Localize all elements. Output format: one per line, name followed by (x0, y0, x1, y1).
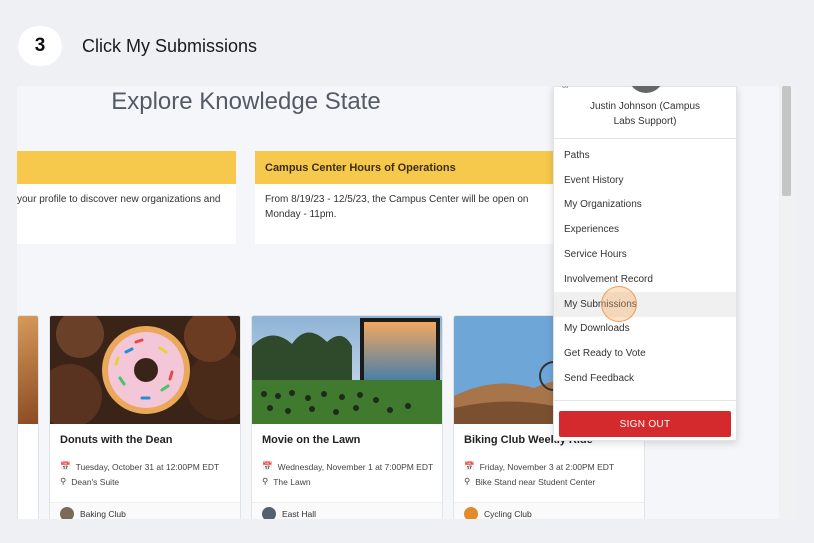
menu-item-experiences[interactable]: Experiences (554, 217, 736, 242)
menu-item-involvement-record[interactable]: Involvement Record (554, 267, 736, 292)
user-dropdown-menu: ∞ Justin Johnson (Campus Labs Support) P… (553, 86, 737, 441)
event-image (18, 316, 38, 424)
announcement-title-bar: Campus Center Hours of Operations (255, 151, 555, 184)
calendar-icon: 📅 (464, 461, 475, 471)
menu-item-paths[interactable]: Paths (554, 143, 736, 168)
event-org-name: East Hall (282, 508, 317, 519)
sign-out-button[interactable]: SIGN OUT (559, 411, 731, 437)
page-scrollbar[interactable] (779, 86, 794, 519)
menu-item-my-submissions[interactable]: My Submissions (554, 285, 736, 322)
movie-lawn-image (252, 316, 442, 424)
step-instruction: Click My Submissions (82, 35, 258, 56)
event-card[interactable]: Movie on the Lawn 📅 Wednesday, November … (251, 315, 443, 519)
link-icon: ∞ (562, 86, 569, 91)
menu-divider (554, 400, 736, 401)
app-screenshot: Explore Knowledge State your profile to … (17, 86, 794, 519)
menu-item-my-downloads[interactable]: My Downloads (554, 317, 736, 342)
event-datetime-text: Tuesday, October 31 at 12:00PM EDT (75, 461, 220, 472)
event-location-text: The Lawn (273, 476, 311, 487)
calendar-icon: 📅 (262, 461, 273, 471)
menu-divider (554, 138, 736, 139)
menu-item-event-history[interactable]: Event History (554, 168, 736, 193)
event-image (252, 316, 442, 424)
org-avatar (60, 506, 74, 519)
event-org[interactable]: Baking Club (50, 502, 240, 519)
user-name: Justin Johnson (Campus Labs Support) (589, 101, 701, 127)
menu-item-my-organizations[interactable]: My Organizations (554, 193, 736, 218)
event-org-name: Baking Club (80, 508, 126, 519)
event-image (50, 316, 240, 424)
announcement-title-bar (17, 151, 236, 184)
event-location: ⚲ Dean's Suite (50, 476, 240, 487)
event-location: ⚲ Bike Stand near Student Center (454, 476, 644, 487)
user-avatar (628, 86, 664, 93)
org-avatar (464, 506, 478, 519)
location-pin-icon: ⚲ (60, 476, 67, 486)
event-datetime: 📅 Tuesday, October 31 at 12:00PM EDT (50, 461, 240, 472)
event-title: Donuts with the Dean (60, 434, 173, 446)
announcement-body: your profile to discover new organizatio… (17, 194, 221, 205)
donut-image (50, 316, 240, 424)
event-card[interactable] (17, 315, 39, 519)
step-number: 3 (18, 26, 62, 66)
scrollbar-thumb[interactable] (782, 86, 791, 196)
menu-item-label: My Submissions (564, 298, 637, 310)
event-location-text: Dean's Suite (71, 476, 120, 487)
event-datetime: 📅 Friday, November 3 at 2:00PM EDT (454, 461, 644, 472)
event-location-text: Bike Stand near Student Center (475, 476, 596, 487)
event-datetime-text: Wednesday, November 1 at 7:00PM EDT (277, 461, 434, 472)
event-org[interactable]: Cycling Club (454, 502, 644, 519)
event-datetime-text: Friday, November 3 at 2:00PM EDT (479, 461, 615, 472)
calendar-icon: 📅 (60, 461, 71, 471)
location-pin-icon: ⚲ (464, 476, 471, 486)
event-location: ⚲ The Lawn (252, 476, 442, 487)
announcement-card[interactable]: your profile to discover new organizatio… (17, 151, 236, 244)
event-datetime: 📅 Wednesday, November 1 at 7:00PM EDT (252, 461, 442, 472)
event-title: Movie on the Lawn (262, 434, 361, 446)
menu-item-send-feedback[interactable]: Send Feedback (554, 366, 736, 391)
event-org[interactable]: East Hall (252, 502, 442, 519)
menu-item-get-ready-to-vote[interactable]: Get Ready to Vote (554, 341, 736, 366)
org-avatar (262, 506, 276, 519)
step-header: 3 Click My Submissions (18, 26, 257, 66)
location-pin-icon: ⚲ (262, 476, 269, 486)
menu-items: Paths Event History My Organizations Exp… (554, 143, 736, 391)
event-card[interactable]: Donuts with the Dean 📅 Tuesday, October … (49, 315, 241, 519)
page-title: Explore Knowledge State (111, 88, 381, 115)
menu-item-service-hours[interactable]: Service Hours (554, 242, 736, 267)
event-org-name: Cycling Club (484, 508, 532, 519)
announcement-card[interactable]: Campus Center Hours of Operations From 8… (255, 151, 555, 244)
announcement-body: From 8/19/23 - 12/5/23, the Campus Cente… (265, 194, 529, 220)
